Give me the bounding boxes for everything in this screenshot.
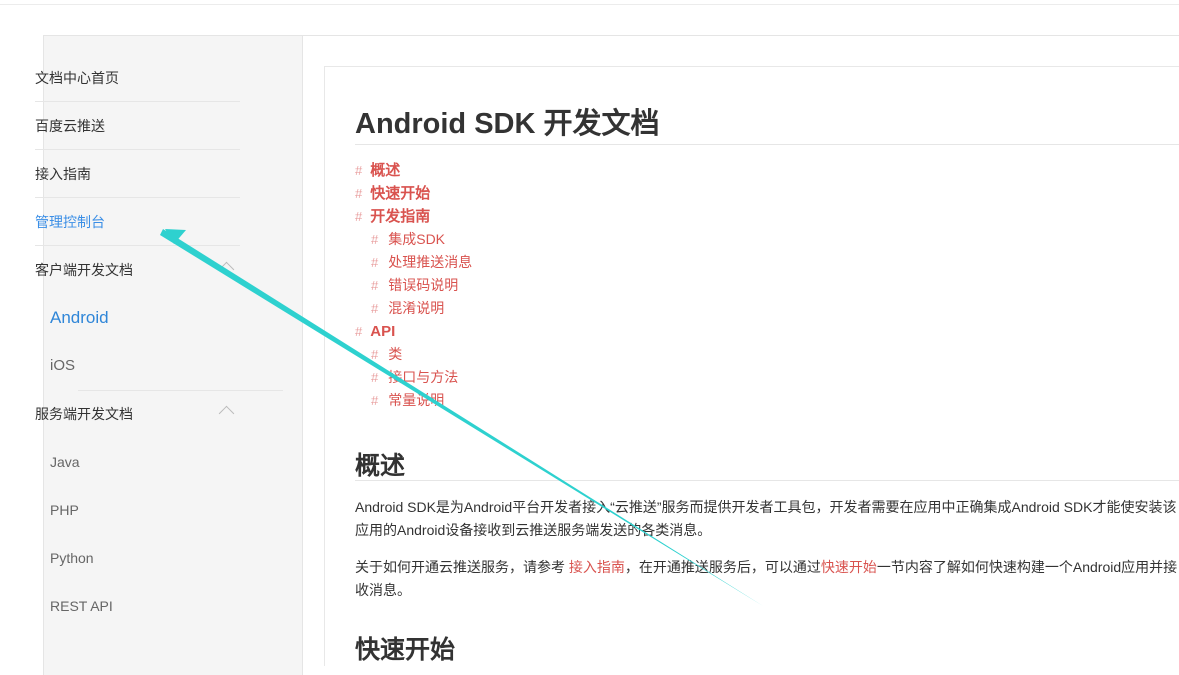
page-title: Android SDK 开发文档 — [355, 108, 660, 140]
top-divider — [0, 4, 1179, 5]
toc-link[interactable]: 集成SDK — [388, 231, 445, 247]
toc-item-classes[interactable]: # 类 — [371, 343, 402, 366]
overview-paragraph: Android SDK是为Android平台开发者接入“云推送”服务而提供开发者… — [355, 499, 1177, 538]
sidebar-item-label: 服务端开发文档 — [35, 406, 133, 422]
toc-link[interactable]: 混淆说明 — [388, 300, 444, 316]
hash-icon: # — [371, 347, 379, 362]
sidebar-sub-java[interactable]: Java — [50, 438, 240, 486]
hash-icon: # — [355, 324, 363, 339]
main-top-border — [303, 35, 1179, 36]
hash-icon: # — [355, 209, 363, 224]
section-heading-overview: 概述 — [355, 452, 406, 480]
sidebar-item-docs-home[interactable]: 文档中心首页 — [35, 55, 240, 102]
access-guide-link[interactable]: 接入指南 — [569, 559, 625, 575]
chevron-up-icon[interactable] — [218, 405, 235, 422]
hash-icon: # — [371, 255, 379, 270]
toc-link[interactable]: 常量说明 — [388, 392, 444, 408]
toc-item-handle-push[interactable]: # 处理推送消息 — [371, 251, 472, 274]
toc-item-quickstart[interactable]: # 快速开始 — [355, 182, 430, 205]
toc-item-api[interactable]: # API — [355, 320, 395, 343]
section-heading-quickstart: 快速开始 — [355, 636, 456, 664]
sidebar-item-label: 客户端开发文档 — [35, 262, 133, 278]
sidebar-item-server-docs[interactable]: 服务端开发文档 — [35, 391, 240, 438]
toc-item-overview[interactable]: # 概述 — [355, 159, 400, 182]
title-divider — [355, 144, 1179, 145]
sidebar-item-baidu-push[interactable]: 百度云推送 — [35, 103, 240, 150]
hash-icon: # — [371, 393, 379, 408]
hash-icon: # — [371, 370, 379, 385]
hash-icon: # — [355, 186, 363, 201]
toc-item-constants[interactable]: # 常量说明 — [371, 389, 444, 412]
toc-item-obfuscation[interactable]: # 混淆说明 — [371, 297, 444, 320]
sidebar-sub-php[interactable]: PHP — [50, 486, 240, 534]
sidebar-sub-android[interactable]: Android — [50, 294, 240, 342]
hash-icon: # — [355, 163, 363, 178]
toc-link[interactable]: 概述 — [370, 162, 400, 179]
toc-item-dev-guide[interactable]: # 开发指南 — [355, 205, 430, 228]
sidebar-sub-rest-api[interactable]: REST API — [50, 582, 240, 630]
sidebar-item-access-guide[interactable]: 接入指南 — [35, 151, 240, 198]
toc-link[interactable]: 类 — [388, 346, 402, 362]
hash-icon: # — [371, 301, 379, 316]
sidebar-item-console[interactable]: 管理控制台 — [35, 199, 240, 246]
chevron-up-icon[interactable] — [218, 261, 235, 278]
hash-icon: # — [371, 232, 379, 247]
toc-item-interfaces[interactable]: # 接口与方法 — [371, 366, 458, 389]
toc-link[interactable]: 快速开始 — [370, 185, 430, 202]
toc-item-integrate-sdk[interactable]: # 集成SDK — [371, 228, 445, 251]
access-paragraph: 关于如何开通云推送服务，请参考 接入指南，在开通推送服务后，可以通过快速开始一节… — [355, 556, 1179, 602]
hash-icon: # — [371, 278, 379, 293]
toc-link[interactable]: 错误码说明 — [388, 277, 458, 293]
toc-link[interactable]: 开发指南 — [370, 208, 430, 225]
toc-link[interactable]: 接口与方法 — [388, 369, 458, 385]
toc-item-error-codes[interactable]: # 错误码说明 — [371, 274, 458, 297]
sidebar-sub-python[interactable]: Python — [50, 534, 240, 582]
section-divider — [355, 480, 1179, 481]
paragraph-text: 关于如何开通云推送服务，请参考 — [355, 559, 569, 575]
quickstart-link[interactable]: 快速开始 — [821, 559, 877, 575]
sidebar-sub-ios[interactable]: iOS — [50, 342, 240, 390]
toc-link[interactable]: 处理推送消息 — [388, 254, 472, 270]
sidebar-item-client-docs[interactable]: 客户端开发文档 — [35, 247, 240, 294]
paragraph-text: ，在开通推送服务后，可以通过 — [624, 559, 821, 575]
toc-link[interactable]: API — [370, 323, 395, 340]
